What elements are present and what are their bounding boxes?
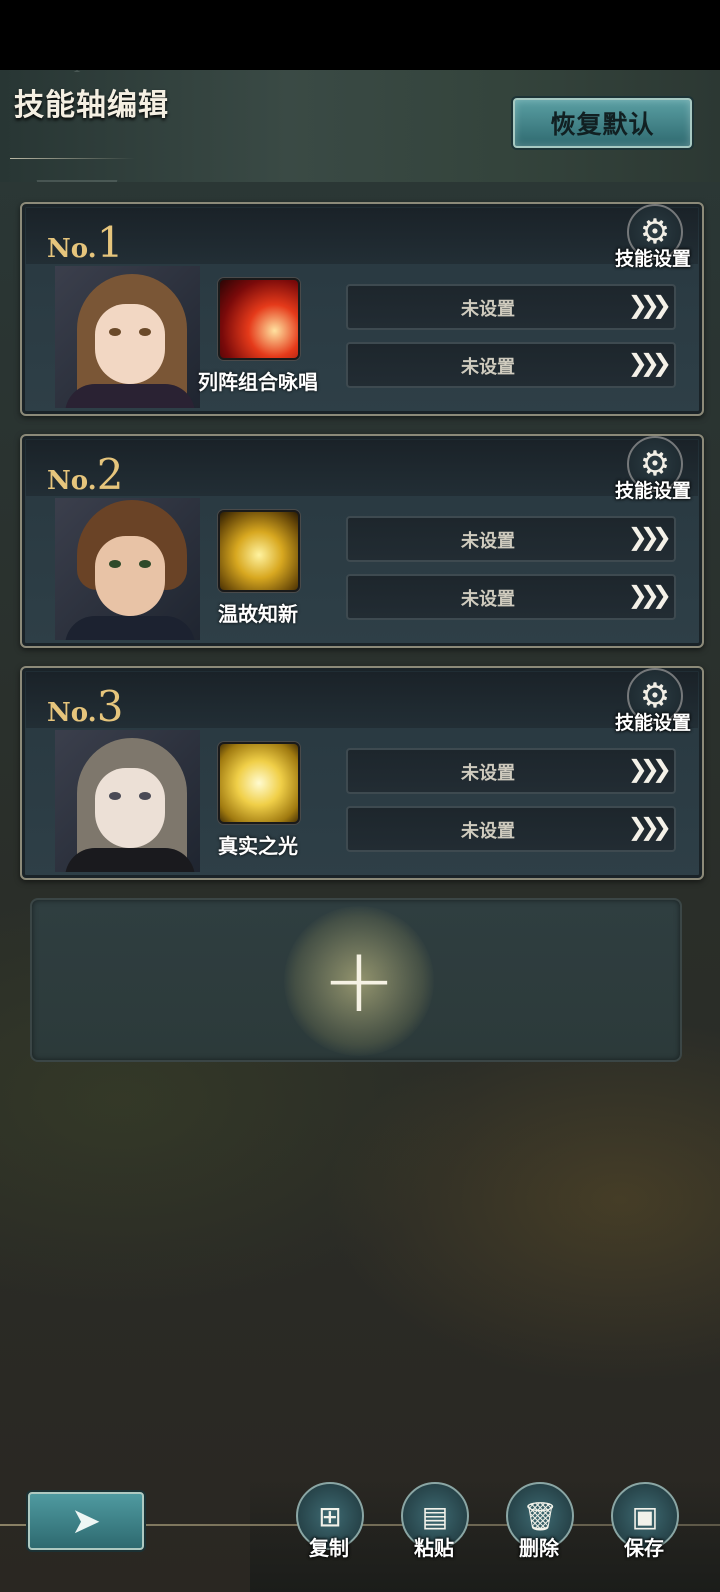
save-button[interactable]: ▣ 保存 (609, 1482, 679, 1582)
delete-button[interactable]: 🗑 删除 (504, 1482, 574, 1582)
copy-label: 复制 (309, 1536, 349, 1560)
back-arrow-icon: ➤ (70, 1500, 102, 1542)
delete-label: 删除 (519, 1536, 559, 1560)
skill-slot-2[interactable]: 未设置 ❯❯❯ (346, 806, 676, 852)
skill-slot-1[interactable]: 未设置 ❯❯❯ (346, 516, 676, 562)
portrait-eye (109, 560, 121, 568)
skill-axis-card-1: No.1 ⚙ 技能设置 列阵组合咏唱 未设置 ❯❯❯ 未设置 ❯❯❯ (20, 202, 704, 416)
triple-chevron-icon: ❯❯❯ (627, 581, 672, 609)
portrait-face (95, 536, 165, 616)
skill-slot-1[interactable]: 未设置 ❯❯❯ (346, 748, 676, 794)
save-label: 保存 (624, 1536, 664, 1560)
skill-settings-button[interactable]: ⚙ 技能设置 (607, 436, 697, 506)
slot-status: 未设置 (461, 299, 515, 320)
header: 技能轴编辑 恢复默认 (0, 70, 720, 182)
paste-label: 粘贴 (414, 1536, 454, 1560)
card-header-band (26, 672, 698, 728)
triple-chevron-icon: ❯❯❯ (627, 523, 672, 551)
skill-name: 温故知新 (218, 602, 298, 626)
skill-name: 列阵组合咏唱 (198, 370, 318, 394)
skill-settings-label: 技能设置 (614, 712, 691, 734)
title-divider (10, 158, 135, 159)
portrait-face (95, 304, 165, 384)
skill-axis-card-2: No.2 ⚙ 技能设置 温故知新 未设置 ❯❯❯ 未设置 ❯❯❯ (20, 434, 704, 648)
skill-slot-1[interactable]: 未设置 ❯❯❯ (346, 284, 676, 330)
portrait-eye (139, 560, 151, 568)
page-title: 技能轴编辑 (14, 88, 169, 123)
golden-warrior-icon[interactable] (218, 510, 300, 592)
skill-settings-button[interactable]: ⚙ 技能设置 (607, 668, 697, 738)
skill-axis-card-3: No.3 ⚙ 技能设置 真实之光 未设置 ❯❯❯ 未设置 ❯❯❯ (20, 666, 704, 880)
card-number: No.2 (47, 450, 124, 499)
triple-chevron-icon: ❯❯❯ (627, 349, 672, 377)
slot-status: 未设置 (461, 589, 515, 610)
red-beam-icon[interactable] (218, 278, 300, 360)
back-button[interactable]: ➤ (28, 1492, 144, 1550)
portrait-eye (109, 792, 121, 800)
skill-name: 真实之光 (218, 834, 298, 858)
portrait-face (95, 768, 165, 848)
portrait-eye (139, 328, 151, 336)
copy-button[interactable]: ⊞ 复制 (294, 1482, 364, 1582)
triple-chevron-icon: ❯❯❯ (627, 813, 672, 841)
card-header-band (26, 208, 698, 264)
skill-settings-label: 技能设置 (614, 480, 691, 502)
skill-settings-button[interactable]: ⚙ 技能设置 (607, 204, 697, 274)
paste-button[interactable]: ▤ 粘贴 (399, 1482, 469, 1582)
skill-slot-2[interactable]: 未设置 ❯❯❯ (346, 574, 676, 620)
slot-status: 未设置 (461, 763, 515, 784)
slot-status: 未设置 (461, 531, 515, 552)
slot-status: 未设置 (461, 821, 515, 842)
skill-settings-label: 技能设置 (614, 248, 691, 270)
card-number: No.1 (47, 218, 124, 267)
golden-light-icon[interactable] (218, 742, 300, 824)
slot-status: 未设置 (461, 357, 515, 378)
card-number: No.3 (47, 682, 124, 731)
portrait-eye (109, 328, 121, 336)
triple-chevron-icon: ❯❯❯ (627, 291, 672, 319)
portrait-eye (139, 792, 151, 800)
card-header-band (26, 440, 698, 496)
add-skill-axis-button[interactable]: + (30, 898, 682, 1062)
plus-icon: + (321, 928, 397, 1033)
status-bar (0, 0, 720, 70)
restore-default-button[interactable]: 恢复默认 (513, 98, 692, 148)
skill-slot-2[interactable]: 未设置 ❯❯❯ (346, 342, 676, 388)
triple-chevron-icon: ❯❯❯ (627, 755, 672, 783)
